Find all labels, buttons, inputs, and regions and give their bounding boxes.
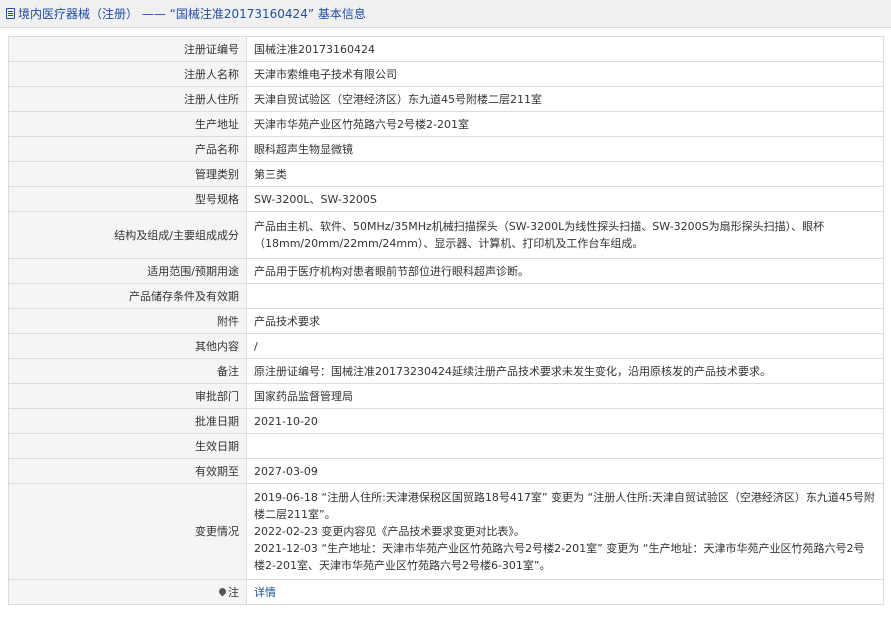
table-row-note: 注 详情 xyxy=(8,579,884,605)
details-link[interactable]: 详情 xyxy=(254,586,276,599)
table-row: 其他内容 / xyxy=(8,333,884,359)
table-row: 产品名称 眼科超声生物显微镜 xyxy=(8,136,884,162)
field-label: 管理类别 xyxy=(8,161,247,187)
field-label: 附件 xyxy=(8,308,247,334)
table-row: 附件 产品技术要求 xyxy=(8,308,884,334)
field-label: 审批部门 xyxy=(8,383,247,409)
field-label: 型号规格 xyxy=(8,186,247,212)
table-row: 注册人住所 天津自贸试验区（空港经济区）东九道45号附楼二层211室 xyxy=(8,86,884,112)
table-row: 备注 原注册证编号：国械注准20173230424延续注册产品技术要求未发生变化，… xyxy=(8,358,884,384)
changes-value: 2019-06-18 “注册人住所:天津港保税区国贸路18号417室” 变更为 … xyxy=(246,483,884,580)
table-row: 生产地址 天津市华苑产业区竹苑路六号2号楼2-201室 xyxy=(8,111,884,137)
field-label: 结构及组成/主要组成成分 xyxy=(8,211,247,259)
field-value: / xyxy=(246,333,884,359)
table-row: 型号规格 SW-3200L、SW-3200S xyxy=(8,186,884,212)
page-header: 境内医疗器械（注册） —— “国械注准20173160424” 基本信息 xyxy=(0,0,891,28)
field-value: 2021-10-20 xyxy=(246,408,884,434)
table-row: 批准日期 2021-10-20 xyxy=(8,408,884,434)
table-row: 产品储存条件及有效期 xyxy=(8,283,884,309)
table-row-changes: 变更情况 2019-06-18 “注册人住所:天津港保税区国贸路18号417室”… xyxy=(8,483,884,580)
field-value: 天津市索维电子技术有限公司 xyxy=(246,61,884,87)
field-label: 注册证编号 xyxy=(8,36,247,62)
note-label: 注 xyxy=(228,585,239,599)
table-row: 有效期至 2027-03-09 xyxy=(8,458,884,484)
field-value xyxy=(246,433,884,459)
field-label: 适用范围/预期用途 xyxy=(8,258,247,284)
field-label: 注册人名称 xyxy=(8,61,247,87)
table-row: 生效日期 xyxy=(8,433,884,459)
field-label: 批准日期 xyxy=(8,408,247,434)
note-value: 详情 xyxy=(246,579,884,605)
field-value: 产品技术要求 xyxy=(246,308,884,334)
field-label: 其他内容 xyxy=(8,333,247,359)
table-row: 管理类别 第三类 xyxy=(8,161,884,187)
table-row: 结构及组成/主要组成成分 产品由主机、软件、50MHz/35MHz机械扫描探头（S… xyxy=(8,211,884,259)
info-table: 注册证编号 国械注准20173160424 注册人名称 天津市索维电子技术有限公司 … xyxy=(8,36,884,605)
page-title: 境内医疗器械（注册） —— “国械注准20173160424” 基本信息 xyxy=(18,7,366,21)
field-label: 生效日期 xyxy=(8,433,247,459)
document-icon xyxy=(6,8,15,19)
field-label: 生产地址 xyxy=(8,111,247,137)
field-label: 变更情况 xyxy=(8,483,247,580)
field-value: 国家药品监督管理局 xyxy=(246,383,884,409)
pin-icon xyxy=(217,586,228,596)
field-value: 产品用于医疗机构对患者眼前节部位进行眼科超声诊断。 xyxy=(246,258,884,284)
field-value: 2027-03-09 xyxy=(246,458,884,484)
field-label: 产品储存条件及有效期 xyxy=(8,283,247,309)
field-value: 第三类 xyxy=(246,161,884,187)
field-value: 国械注准20173160424 xyxy=(246,36,884,62)
change-entry: 2021-12-03 “生产地址：天津市华苑产业区竹苑路六号2号楼2-201室”… xyxy=(254,542,865,572)
field-value: 天津市华苑产业区竹苑路六号2号楼2-201室 xyxy=(246,111,884,137)
field-label: 备注 xyxy=(8,358,247,384)
table-row: 审批部门 国家药品监督管理局 xyxy=(8,383,884,409)
field-value: 产品由主机、软件、50MHz/35MHz机械扫描探头（SW-3200L为线性探头… xyxy=(246,211,884,259)
change-entry: 2019-06-18 “注册人住所:天津港保税区国贸路18号417室” 变更为 … xyxy=(254,491,875,521)
field-value xyxy=(246,283,884,309)
field-label: 有效期至 xyxy=(8,458,247,484)
field-label: 产品名称 xyxy=(8,136,247,162)
change-entry: 2022-02-23 变更内容见《产品技术要求变更对比表》。 xyxy=(254,525,525,538)
field-value: 眼科超声生物显微镜 xyxy=(246,136,884,162)
field-label: 注册人住所 xyxy=(8,86,247,112)
table-row: 注册证编号 国械注准20173160424 xyxy=(8,36,884,62)
field-value: 原注册证编号：国械注准20173230424延续注册产品技术要求未发生变化，沿用… xyxy=(246,358,884,384)
field-value: 天津自贸试验区（空港经济区）东九道45号附楼二层211室 xyxy=(246,86,884,112)
table-row: 适用范围/预期用途 产品用于医疗机构对患者眼前节部位进行眼科超声诊断。 xyxy=(8,258,884,284)
field-value: SW-3200L、SW-3200S xyxy=(246,186,884,212)
table-row: 注册人名称 天津市索维电子技术有限公司 xyxy=(8,61,884,87)
note-label-cell: 注 xyxy=(8,579,247,605)
